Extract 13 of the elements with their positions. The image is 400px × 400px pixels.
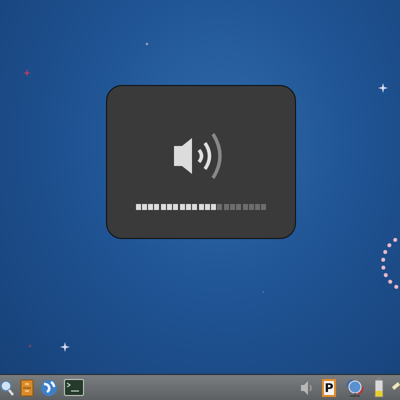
battery-icon[interactable] (374, 378, 384, 398)
search-icon[interactable] (0, 378, 14, 396)
star-icon (23, 69, 31, 77)
cabinet-icon[interactable] (20, 378, 34, 396)
star-icon (28, 344, 32, 348)
network-globe-icon[interactable] (344, 378, 366, 396)
speaker-icon[interactable] (300, 380, 314, 396)
star-icon (60, 342, 70, 352)
terminal-icon[interactable] (64, 379, 84, 396)
star-icon (145, 42, 149, 46)
clipboard-icon[interactable]: P (322, 378, 336, 396)
clipboard-letter: P (324, 382, 334, 394)
star-icon (378, 83, 388, 93)
